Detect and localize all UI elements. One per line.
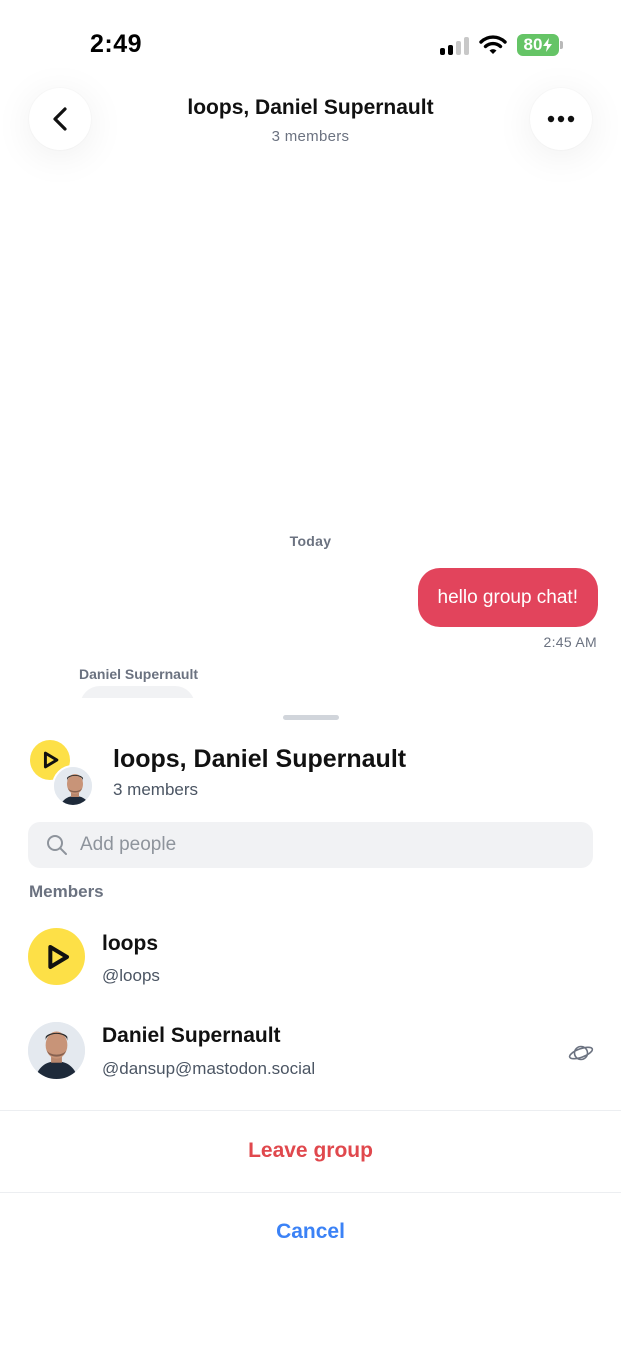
member-name: Daniel Supernault bbox=[102, 1024, 281, 1047]
cancel-button[interactable]: Cancel bbox=[0, 1220, 621, 1244]
group-info-sheet: loops, Daniel Supernault 3 members Membe… bbox=[0, 698, 621, 1350]
avatar bbox=[52, 765, 94, 807]
outgoing-message-bubble[interactable]: hello group chat! bbox=[417, 568, 598, 627]
more-options-button[interactable] bbox=[530, 88, 592, 150]
members-section-label: Members bbox=[29, 882, 104, 901]
date-separator: Today bbox=[289, 533, 332, 549]
group-title: loops, Daniel Supernault bbox=[113, 745, 407, 773]
member-row-daniel-supernault[interactable]: Daniel Supernault @dansup@mastodon.socia… bbox=[0, 1014, 621, 1094]
member-handle: @dansup@mastodon.social bbox=[102, 1059, 316, 1078]
loops-avatar-icon bbox=[28, 928, 85, 985]
member-name: loops bbox=[102, 932, 158, 955]
planet-icon bbox=[568, 1040, 594, 1066]
sheet-grabber[interactable] bbox=[283, 715, 339, 720]
message-sender-name: Daniel Supernault bbox=[79, 666, 199, 682]
cellular-signal-icon bbox=[440, 35, 469, 55]
charging-bolt-icon bbox=[543, 38, 553, 52]
search-icon bbox=[46, 834, 68, 856]
battery-icon: 80 bbox=[517, 34, 563, 56]
status-icons: 80 bbox=[440, 34, 563, 56]
member-handle: @loops bbox=[102, 966, 160, 985]
member-row-loops[interactable]: loops @loops bbox=[0, 920, 621, 1000]
group-member-count: 3 members bbox=[113, 780, 199, 799]
add-people-input[interactable] bbox=[80, 834, 560, 856]
battery-level: 80 bbox=[523, 35, 543, 54]
group-avatar bbox=[30, 740, 96, 807]
message-timestamp: 2:45 AM bbox=[543, 634, 597, 650]
chat-title: loops, Daniel Supernault bbox=[187, 96, 434, 119]
avatar bbox=[28, 1022, 85, 1079]
more-horizontal-icon bbox=[547, 115, 575, 123]
leave-group-button[interactable]: Leave group bbox=[0, 1139, 621, 1163]
screen: 2:49 80 loops, Daniel Supernault 3 membe… bbox=[0, 0, 621, 1350]
divider bbox=[0, 1192, 621, 1193]
add-people-search[interactable] bbox=[28, 822, 593, 868]
status-time: 2:49 bbox=[90, 30, 143, 58]
wifi-icon bbox=[479, 35, 507, 54]
divider bbox=[0, 1110, 621, 1111]
chat-member-count: 3 members bbox=[271, 128, 350, 145]
